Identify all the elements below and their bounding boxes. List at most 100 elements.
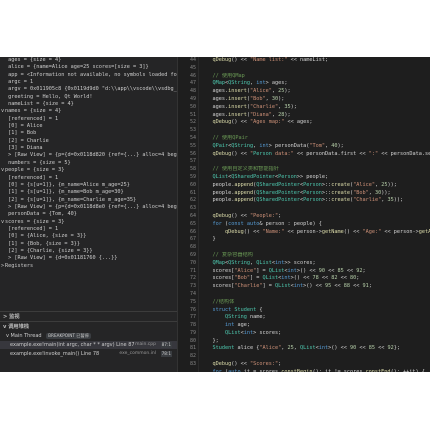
code-line[interactable]: QList<int> scores; xyxy=(200,330,430,338)
code-line[interactable]: scores["Alice"] = QList<int>() << 90 << … xyxy=(200,268,430,276)
variable-row[interactable]: [1] = Bob xyxy=(0,130,177,137)
variable-text: Registers xyxy=(5,262,34,269)
variable-text: argv = 0x011905c8 {0x0119d9d0 "d:\\app\\… xyxy=(8,86,177,93)
line-number-gutter: 44 45 46 47 48 49 50 51 52 53 54 55 56 57 58 59 60 61 62 63… xyxy=(178,57,198,372)
code-line[interactable]: // 使用QMap xyxy=(200,73,430,81)
callstack-section-header[interactable]: v 调用堆栈 xyxy=(0,323,177,331)
code-line[interactable]: qDebug() << "Person data:" << personData… xyxy=(200,151,430,159)
code-line[interactable]: scores["Charlie"] = QList<int>() << 95 <… xyxy=(200,283,430,291)
variable-row[interactable]: [2] = {s[u=1]}, {m_name=Charlie m_age=35… xyxy=(0,197,177,204)
variable-row[interactable]: [1] = {Bob, {size = 3}} xyxy=(0,241,177,248)
code-line[interactable]: // 使用QPair xyxy=(200,135,430,143)
variable-row[interactable]: [2] = {Charlie, {size = 3}} xyxy=(0,247,177,255)
variable-row[interactable]: [referenced] = 1 xyxy=(0,116,177,123)
variable-row[interactable]: [0] = {s[u=1]}, {m_name=Alice m_age=25} xyxy=(0,182,177,189)
code-line[interactable]: QList<QSharedPointer<Person>> people; xyxy=(200,174,430,182)
variable-row[interactable]: [2] = Charlie xyxy=(0,138,177,145)
variable-row[interactable]: >Registers xyxy=(0,262,177,270)
code-line[interactable]: qDebug() << "People:"; xyxy=(200,213,430,221)
variable-row[interactable]: [0] = {Alice, {size = 3}} xyxy=(0,233,177,240)
variable-row[interactable]: [referenced] = 1 xyxy=(0,175,177,182)
code-line[interactable]: people.append(QSharedPointer<Person>::cr… xyxy=(200,190,430,198)
code-line[interactable]: ages.insert("Alice", 25); xyxy=(200,88,430,96)
code-line[interactable] xyxy=(200,291,430,299)
variable-row[interactable]: [3] = Diana xyxy=(0,145,177,152)
code-line[interactable]: QPair<QString, int> personData("Tom", 40… xyxy=(200,143,430,151)
callstack-thread[interactable]: v Main Thread BREAKPOINT 已暂停 xyxy=(0,332,177,340)
code-line[interactable] xyxy=(200,353,430,361)
variable-row[interactable]: [0] = Alice xyxy=(0,123,177,130)
code-line[interactable]: qDebug() << "Name list:" << nameList; xyxy=(200,57,430,65)
frame-label: example.exe!invoke_main() Line 78 xyxy=(10,351,100,357)
code-editor[interactable]: qDebug() << "Name list:" << nameList; //… xyxy=(200,57,430,372)
line-number: 75 xyxy=(189,298,196,305)
variable-text: > [Raw View] = {d=0x01181760 {...}} xyxy=(5,255,118,262)
watch-section-header[interactable]: > 监视 xyxy=(0,313,177,321)
code-line[interactable]: qDebug() << "Ages map:" << ages; xyxy=(200,119,430,127)
line-number: 61 xyxy=(189,189,196,196)
code-line[interactable] xyxy=(200,127,430,135)
code-line[interactable]: qDebug() << "Name:" << person->getName()… xyxy=(200,229,430,237)
line-number: 49 xyxy=(189,95,196,102)
line-number: 69 xyxy=(189,251,196,258)
variable-text: [2] = {Charlie, {size = 3}} xyxy=(5,247,93,254)
variable-row[interactable]: > [Raw View] = {d=0x01181760 {...}} xyxy=(0,255,177,262)
variable-row[interactable]: numbers = {size = 5} xyxy=(0,159,177,167)
vscode-debug-window: ages = {size = 4} alice = {name=Alice ag… xyxy=(0,57,430,372)
code-line[interactable]: Student alice {"Alice", 25, QList<int>()… xyxy=(200,345,430,353)
variable-row[interactable]: vpeople = {size = 3} xyxy=(0,167,177,174)
variable-row[interactable]: argc = 1 xyxy=(0,79,177,86)
line-number: 82 xyxy=(189,353,196,360)
code-line[interactable]: QString name; xyxy=(200,314,430,322)
variable-text: [3] = Diana xyxy=(5,145,43,152)
variable-row[interactable]: > [Raw View] = {p={d=0x0118d8e0 {ref={..… xyxy=(0,203,177,211)
variable-row[interactable]: > [Raw View] = {p={d=0x0118d820 {ref={..… xyxy=(0,152,177,159)
variable-row[interactable]: alice = {name=Alice age=25 scores=[size … xyxy=(0,64,177,71)
code-line[interactable]: struct Student { xyxy=(200,307,430,315)
variable-row[interactable]: [referenced] = 1 xyxy=(0,226,177,233)
callstack-frame[interactable]: example.exe!main(int argc, char * * argv… xyxy=(0,341,177,349)
line-number: 51 xyxy=(189,111,196,118)
code-line[interactable]: // 使用自定义类和智能指针 xyxy=(200,166,430,174)
code-line[interactable]: //结构体 xyxy=(200,299,430,307)
variable-row[interactable]: [1] = {s[u=1]}, {m_name=Bob m_age=30} xyxy=(0,189,177,196)
code-line[interactable]: scores["Bob"] = QList<int>() << 78 << 82… xyxy=(200,275,430,283)
code-line[interactable]: for (const auto& person : people) { xyxy=(200,221,430,229)
code-line[interactable]: int age; xyxy=(200,322,430,330)
variable-row[interactable]: vscores = {size = 3} xyxy=(0,219,177,226)
code-line[interactable]: ages.insert("Charlie", 35); xyxy=(200,104,430,112)
code-line[interactable]: ages.insert("Bob", 30); xyxy=(200,96,430,104)
line-number: 80 xyxy=(189,337,196,344)
code-line[interactable] xyxy=(200,158,430,166)
code-line[interactable]: qDebug() << "Scores:"; xyxy=(200,361,430,369)
code-line[interactable]: QMap<QString, QList<int>> scores; xyxy=(200,260,430,268)
code-line[interactable]: people.append(QSharedPointer<Person>::cr… xyxy=(200,197,430,205)
line-number: 66 xyxy=(189,228,196,235)
variable-row[interactable]: app = <Information not available, no sym… xyxy=(0,72,177,79)
code-line[interactable]: people.append(QSharedPointer<Person>::cr… xyxy=(200,182,430,190)
code-line[interactable] xyxy=(200,65,430,73)
variable-text: argc = 1 xyxy=(5,79,34,86)
line-number: 63 xyxy=(189,205,196,212)
line-number: 67 xyxy=(189,236,196,243)
variable-row[interactable]: vnames = {size = 4} xyxy=(0,108,177,115)
variable-row[interactable]: nameList = {size = 4} xyxy=(0,101,177,108)
variable-row[interactable]: ages = {size = 4} xyxy=(0,57,177,64)
line-number: 62 xyxy=(189,197,196,204)
code-line[interactable] xyxy=(200,205,430,213)
variable-text: ages = {size = 4} xyxy=(5,57,62,63)
code-line[interactable]: } xyxy=(200,236,430,244)
code-line[interactable]: }; xyxy=(200,338,430,346)
callstack-frame[interactable]: example.exe!invoke_main() Line 78 exe_co… xyxy=(0,350,177,358)
code-line[interactable]: // 复杂容器结构 xyxy=(200,252,430,260)
variable-row[interactable]: personData = {Tom, 40} xyxy=(0,211,177,218)
variable-row[interactable]: greeting = Hello, Qt World! xyxy=(0,94,177,101)
frame-file: main.cpp xyxy=(135,342,156,347)
variable-row[interactable]: argv = 0x011905c8 {0x0119d9d0 "d:\\app\\… xyxy=(0,86,177,93)
code-line[interactable]: ages.insert("Diana", 28); xyxy=(200,112,430,120)
code-line[interactable] xyxy=(200,244,430,252)
variable-text: numbers = {size = 5} xyxy=(5,159,71,166)
line-number: 74 xyxy=(189,290,196,297)
code-line[interactable]: QMap<QString, int> ages; xyxy=(200,80,430,88)
variable-text: > [Raw View] = {p={d=0x0118d8e0 {ref={..… xyxy=(8,203,177,210)
